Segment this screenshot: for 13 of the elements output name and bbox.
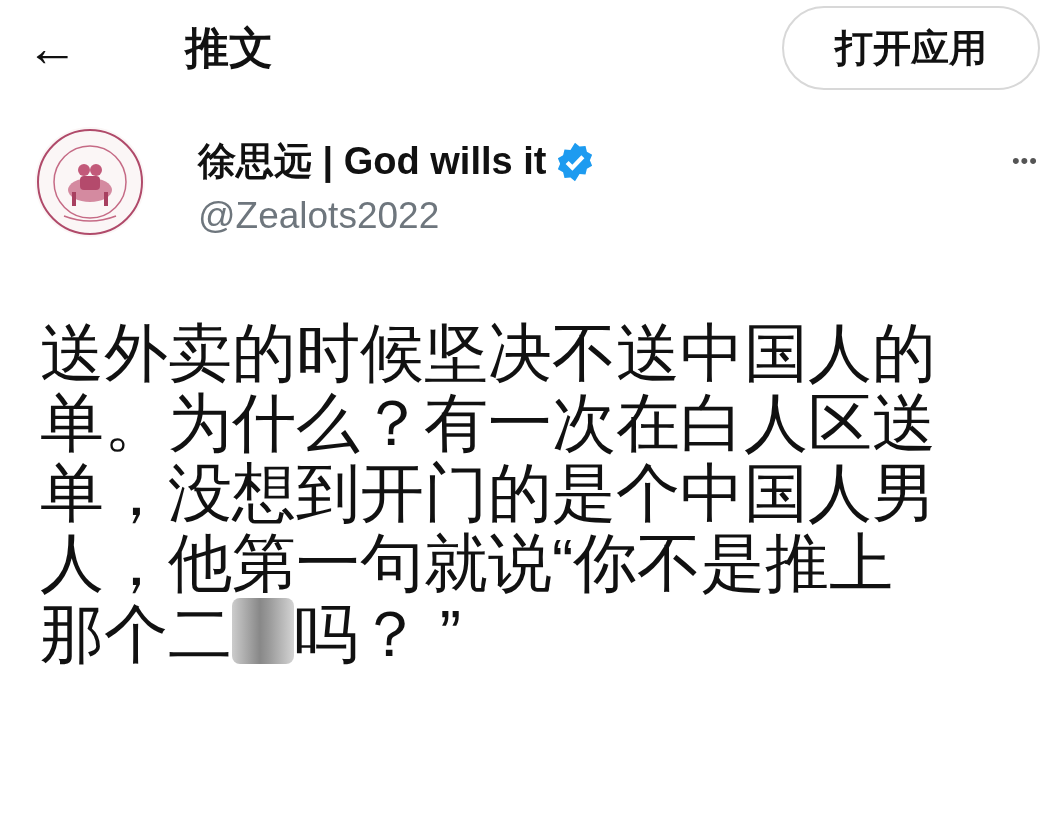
more-icon[interactable]: ••• bbox=[1011, 148, 1038, 174]
tweet-text: 单，没想到开门的是个中国人男 bbox=[40, 458, 937, 528]
page-title: 推文 bbox=[185, 21, 274, 74]
tweet-text: 那个二 bbox=[40, 598, 232, 670]
author-handle[interactable]: @Zealots2022 bbox=[198, 195, 440, 237]
author-name[interactable]: 徐思远 | God wills it bbox=[198, 136, 547, 187]
tweet-text: 人，他第一句就说“你不是推上 bbox=[40, 528, 895, 598]
back-icon[interactable]: ← bbox=[26, 22, 82, 74]
open-app-button[interactable]: 打开应用 bbox=[782, 6, 1040, 90]
tweet-text: 单。为什么？有一次在白人区送 bbox=[40, 388, 937, 458]
tweet-text: 送外卖的时候坚决不送中国人的 bbox=[40, 318, 937, 388]
blur-mark bbox=[232, 598, 294, 664]
tweet-text: 吗？ ” bbox=[294, 598, 462, 670]
